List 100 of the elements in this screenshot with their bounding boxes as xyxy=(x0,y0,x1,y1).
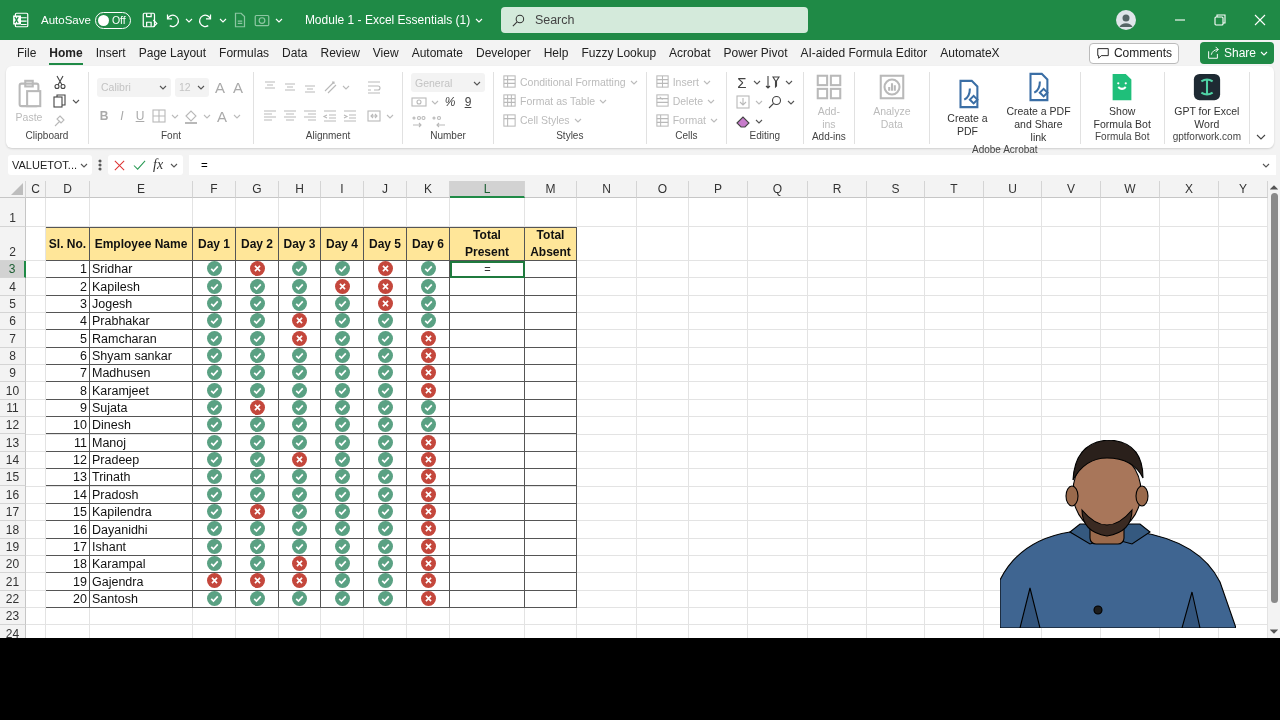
column-header[interactable]: X xyxy=(1160,181,1219,198)
ribbon-button[interactable]: Σ xyxy=(734,73,749,91)
row-header[interactable]: 24 xyxy=(0,625,26,638)
ribbon-tab[interactable]: Fuzzy Lookup xyxy=(581,41,657,65)
row-header[interactable]: 15 xyxy=(0,469,26,487)
table-grid-icon xyxy=(502,74,517,90)
search-icon[interactable] xyxy=(766,93,783,110)
row-header[interactable]: 9 xyxy=(0,365,26,383)
column-header[interactable]: M xyxy=(525,181,577,198)
column-header[interactable]: W xyxy=(1101,181,1160,198)
row-header[interactable]: 10 xyxy=(0,382,26,400)
caret-icon[interactable] xyxy=(1260,49,1268,57)
share-button[interactable]: Share xyxy=(1199,42,1274,64)
row-header[interactable]: 2 xyxy=(0,227,26,261)
caret-icon[interactable] xyxy=(752,78,761,86)
ribbon-tab[interactable]: Help xyxy=(543,41,569,65)
caret-icon[interactable] xyxy=(170,161,179,169)
column-header[interactable]: G xyxy=(236,181,279,198)
active-cell[interactable]: = xyxy=(450,261,525,279)
column-header[interactable]: O xyxy=(637,181,689,198)
table-cell xyxy=(525,382,577,400)
caret-icon[interactable] xyxy=(218,16,227,24)
column-header[interactable]: P xyxy=(689,181,748,198)
row-header[interactable]: 13 xyxy=(0,434,26,452)
more-options-icon[interactable] xyxy=(98,159,102,171)
group-label: Clipboard xyxy=(25,130,69,141)
column-header[interactable]: U xyxy=(984,181,1042,198)
save-icon[interactable] xyxy=(140,11,159,29)
scissors-icon[interactable] xyxy=(52,73,68,90)
ribbon-tab[interactable]: Developer xyxy=(476,41,531,65)
ribbon-tab[interactable]: Power Pivot xyxy=(723,41,788,65)
column-header[interactable]: Y xyxy=(1219,181,1268,198)
column-header[interactable]: V xyxy=(1042,181,1101,198)
row-header[interactable]: 7 xyxy=(0,330,26,348)
ribbon-tab[interactable]: Automate xyxy=(411,41,463,65)
table-cell: Trinath xyxy=(90,469,193,487)
comments-button[interactable]: Comments xyxy=(1088,42,1179,64)
search-field[interactable]: Search xyxy=(500,7,808,33)
column-header[interactable]: L xyxy=(450,181,525,198)
ribbon-tab[interactable]: Page Layout xyxy=(138,41,207,65)
ribbon-tab[interactable]: AI-aided Formula Editor xyxy=(800,41,928,65)
column-header[interactable]: Q xyxy=(748,181,808,198)
select-all-icon[interactable] xyxy=(11,183,23,195)
column-header[interactable]: T xyxy=(925,181,984,198)
name-box[interactable]: VALUETOT... xyxy=(8,155,92,175)
ribbon-button[interactable]: Show Formula Bot xyxy=(1088,72,1156,132)
ribbon-tab[interactable]: Review xyxy=(320,41,360,65)
ribbon-tab[interactable]: View xyxy=(372,41,399,65)
insert-function-button[interactable]: fx xyxy=(153,157,164,173)
row-header[interactable]: 4 xyxy=(0,278,26,296)
excel-logo-icon[interactable] xyxy=(12,11,30,29)
column-header[interactable]: E xyxy=(90,181,193,198)
ribbon-tab[interactable]: AutomateX xyxy=(940,41,1000,65)
row-header[interactable]: 3 xyxy=(0,261,26,279)
column-header[interactable]: N xyxy=(577,181,637,198)
column-header[interactable]: I xyxy=(321,181,364,198)
formula-field[interactable]: = xyxy=(189,155,1276,175)
ribbon-tab[interactable]: Acrobat xyxy=(669,41,711,65)
row-header[interactable]: 12 xyxy=(0,417,26,435)
caret-icon[interactable] xyxy=(784,78,793,86)
scroll-down-icon[interactable] xyxy=(1270,628,1278,636)
avatar-icon[interactable] xyxy=(1116,10,1136,30)
caret-icon[interactable] xyxy=(475,16,484,24)
document-title[interactable]: Module 1 - Excel Essentials (1) xyxy=(304,13,471,27)
close-icon[interactable] xyxy=(1254,14,1266,26)
ribbon-tab[interactable]: Data xyxy=(282,41,308,65)
ribbon-tab[interactable]: File xyxy=(17,41,37,65)
column-header[interactable]: H xyxy=(279,181,321,198)
caret-icon[interactable] xyxy=(1262,161,1270,169)
scroll-up-icon[interactable] xyxy=(1270,183,1278,191)
collapse-caret-icon[interactable] xyxy=(1256,132,1266,142)
row-header[interactable]: 16 xyxy=(0,486,26,504)
enter-icon[interactable] xyxy=(133,158,146,172)
ribbon-button[interactable]: GPT for Excel Word xyxy=(1172,72,1241,132)
column-header[interactable]: F xyxy=(193,181,236,198)
sort-filter-icon[interactable] xyxy=(764,74,781,90)
column-header[interactable]: R xyxy=(808,181,867,198)
row-header[interactable]: 6 xyxy=(0,313,26,331)
row-header[interactable]: 18 xyxy=(0,521,26,539)
column-header[interactable]: D xyxy=(46,181,90,198)
row-header[interactable]: 1 xyxy=(0,198,26,227)
copy-icon[interactable] xyxy=(52,93,68,109)
column-header[interactable]: J xyxy=(364,181,407,198)
caret-icon[interactable] xyxy=(274,16,283,24)
restore-icon[interactable] xyxy=(1214,14,1226,26)
column-header[interactable]: S xyxy=(867,181,925,198)
ribbon-button[interactable]: 9 xyxy=(461,95,475,110)
caret-icon[interactable] xyxy=(184,16,193,24)
ribbon-tab[interactable]: Insert xyxy=(95,41,126,65)
cancel-icon[interactable] xyxy=(113,158,126,172)
caret-icon[interactable] xyxy=(72,97,80,105)
ribbon-button[interactable]: Create a PDF xyxy=(937,78,998,138)
ribbon-button[interactable]: % xyxy=(443,95,457,110)
scrollbar-thumb[interactable] xyxy=(1270,193,1278,603)
column-header[interactable]: K xyxy=(407,181,450,198)
ribbon-button[interactable]: Create a PDF and Share link xyxy=(1005,72,1072,145)
row-header[interactable]: 21 xyxy=(0,573,26,591)
ribbon-tab[interactable]: Formulas xyxy=(219,41,270,65)
caret-icon[interactable] xyxy=(80,161,88,169)
column-header[interactable]: C xyxy=(26,181,46,198)
